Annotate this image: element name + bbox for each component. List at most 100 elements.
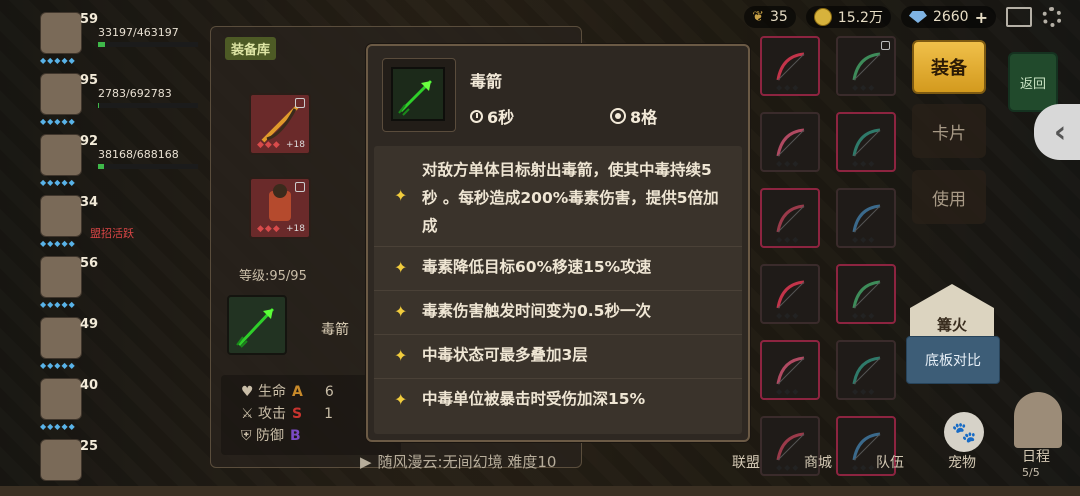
bow-icon	[852, 280, 881, 309]
socket-dots: ◆◆◆	[852, 235, 877, 244]
inventory-slot[interactable]: ◆◆◆	[836, 340, 896, 400]
avatar	[40, 134, 82, 176]
sparkle-icon: ✦	[394, 258, 408, 277]
stat-grade: B	[289, 428, 301, 444]
stat-hp: ♥ 生命 A 6	[241, 381, 334, 401]
back-button[interactable]: 返回	[1008, 52, 1058, 112]
star-rating: ◆◆◆◆◆	[40, 56, 76, 65]
use-tab-button[interactable]: 使用	[912, 170, 986, 224]
avatar	[40, 378, 82, 420]
inventory-slot[interactable]: ◆◆◆	[836, 264, 896, 324]
party-member[interactable]: 56 ◆◆◆◆◆	[36, 252, 186, 313]
party-member[interactable]: 49 ◆◆◆◆◆	[36, 313, 186, 374]
schedule-avatar[interactable]	[1014, 392, 1062, 448]
socket-dots: ◆◆◆	[776, 83, 801, 92]
inventory-slot[interactable]: ◆◆◆	[760, 188, 820, 248]
effect-item: ✦ 毒素降低目标60%移速15%攻速	[374, 246, 742, 291]
nav-shop[interactable]: 商城	[804, 452, 832, 472]
avatar	[40, 439, 82, 481]
stat-value: 1	[324, 406, 334, 422]
add-gems-button[interactable]: +	[975, 8, 988, 27]
collapse-chevron-icon[interactable]: ‹	[1034, 104, 1080, 160]
hp-bar	[98, 103, 198, 108]
avatar	[40, 317, 82, 359]
inventory-slot[interactable]: ◆◆◆	[836, 112, 896, 172]
member-level: 25	[80, 439, 99, 454]
member-level: 40	[80, 378, 99, 393]
star-rating: ◆◆◆◆◆	[40, 300, 76, 309]
coin-value: 15.2万	[837, 10, 883, 26]
party-member[interactable]: 40 ◆◆◆◆◆	[36, 374, 186, 435]
star-rating: ◆◆◆◆◆	[40, 178, 76, 187]
effect-item: ✦ 对敌方单体目标射出毒箭，使其中毒持续5秒 。每秒造成200%毒素伤害，提供5…	[374, 146, 742, 247]
member-level: 34	[80, 195, 99, 210]
wheat-icon: ❦	[752, 9, 764, 25]
bow-icon	[776, 204, 805, 233]
bow-icon	[776, 52, 805, 81]
tooltip-skill-name: 毒箭	[470, 72, 503, 91]
star-rating: ◆◆◆◆◆	[40, 239, 76, 248]
sparkle-icon: ✦	[394, 186, 408, 205]
inventory-slot[interactable]: ◆◆◆	[836, 36, 896, 96]
party-member[interactable]: 34 ◆◆◆◆◆ 盟招活跃	[36, 191, 186, 252]
socket-dots: ◆◆◆	[852, 311, 877, 320]
party-member[interactable]: 59 33197/463197 ◆◆◆◆◆	[36, 8, 198, 69]
nav-alliance[interactable]: 联盟	[732, 452, 760, 472]
member-level: 49	[80, 317, 99, 332]
party-member[interactable]: 95 2783/692783 ◆◆◆◆◆	[36, 69, 198, 130]
bow-icon	[852, 128, 881, 157]
equipment-library-tab[interactable]: 装备库	[225, 37, 277, 60]
effect-text: 毒素伤害触发时间变为0.5秒一次	[422, 302, 651, 320]
effect-text: 中毒状态可最多叠加3层	[422, 346, 588, 364]
inventory-slot[interactable]: ◆◆◆	[836, 188, 896, 248]
socket-dots: ◆◆◆	[776, 159, 801, 168]
socket-dots: ◆◆◆	[776, 387, 801, 396]
inventory-slot[interactable]: ◆◆◆	[760, 36, 820, 96]
bow-icon	[776, 280, 805, 309]
schedule-count: 5/5	[1022, 466, 1040, 479]
card-tab-button[interactable]: 卡片	[912, 104, 986, 158]
bow-icon	[776, 356, 805, 385]
equip-tab-button[interactable]: 装备	[912, 40, 986, 94]
equipment-level: 等级:95/95	[239, 269, 307, 284]
party-member[interactable]: 92 38168/688168 ◆◆◆◆◆	[36, 130, 198, 191]
star-rating: ◆◆◆◆◆	[40, 117, 76, 126]
skill-tooltip: 毒箭 6秒 8格 ✦ 对敌方单体目标射出毒箭，使其中毒持续5秒 。每秒造成200…	[366, 44, 750, 442]
hp-bar	[98, 42, 198, 47]
range: 8格	[610, 104, 657, 128]
lock-icon	[295, 182, 305, 192]
party-list: 59 33197/463197 ◆◆◆◆◆ 95 2783/692783 ◆◆◆…	[36, 8, 198, 496]
flag-icon: ▶	[360, 452, 372, 471]
inventory-slot[interactable]: ◆◆◆	[760, 340, 820, 400]
equipment-slot[interactable]: +18 ◆◆◆	[249, 93, 311, 155]
party-member[interactable]: 25	[36, 435, 186, 496]
alliance-recruit-text: 盟招活跃	[90, 227, 134, 240]
stat-name: 生命	[258, 384, 287, 400]
resource-1-value: 35	[769, 9, 788, 25]
quest-tracker[interactable]: ▶ 随风漫云:无间幻境 难度10	[360, 451, 556, 472]
sword-icon: ⚔	[241, 406, 254, 422]
star-rating: ◆◆◆◆◆	[40, 361, 76, 370]
stat-name: 攻击	[258, 406, 287, 422]
avatar	[40, 256, 82, 298]
inventory-slot[interactable]: ◆◆◆	[760, 264, 820, 324]
gem-resource: 2660 +	[900, 6, 996, 28]
stat-defense: ⛨ 防御 B	[241, 425, 301, 445]
bow-icon	[776, 128, 805, 157]
stat-grade: S	[292, 406, 303, 422]
gear-icon[interactable]	[1042, 7, 1062, 27]
member-level: 59	[80, 12, 99, 27]
socket-dots: ◆◆◆	[852, 463, 877, 472]
nav-pet[interactable]: 宠物	[948, 452, 976, 472]
mail-icon[interactable]	[1006, 7, 1032, 27]
nav-team[interactable]: 队伍	[876, 452, 904, 472]
inventory-slot[interactable]: ◆◆◆	[760, 112, 820, 172]
compare-button[interactable]: 底板对比	[906, 336, 1000, 384]
paw-icon[interactable]: 🐾	[944, 412, 984, 452]
socket-dots: ◆◆◆	[776, 235, 801, 244]
heart-icon: ♥	[241, 384, 254, 400]
poison-arrow-icon	[227, 295, 287, 355]
equipment-slot[interactable]: +18 ◆◆◆	[249, 177, 311, 239]
member-level: 92	[80, 134, 99, 149]
nav-schedule[interactable]: 日程	[1022, 446, 1050, 466]
